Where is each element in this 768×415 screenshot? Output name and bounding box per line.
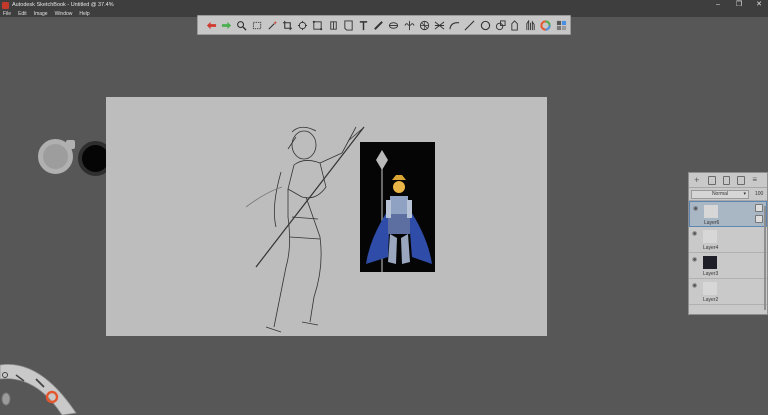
eye-icon[interactable]: ◉: [692, 282, 697, 289]
eye-icon[interactable]: ◉: [693, 205, 698, 212]
menu-help[interactable]: Help: [79, 11, 89, 17]
color-wheel-icon[interactable]: [539, 18, 552, 32]
layer-editor: + ≡ Normal ▾ 100 ◉ Layer6 ◉ Layer4 ◉ Lay…: [688, 172, 768, 315]
undo-icon[interactable]: [205, 18, 218, 32]
layer-thumbnail: [703, 282, 717, 295]
opacity-value[interactable]: 100: [755, 191, 765, 197]
layer-row[interactable]: ◉ Layer2: [689, 279, 767, 305]
eye-icon[interactable]: ◉: [692, 256, 697, 263]
layer-row[interactable]: ◉ Layer6: [689, 201, 767, 227]
window-title: Autodesk SketchBook - Untitled @ 37.4%: [12, 2, 114, 8]
layer-name: Layer2: [703, 297, 719, 303]
trash-icon[interactable]: [755, 215, 763, 223]
lagoon-menu[interactable]: [0, 357, 100, 415]
palette-icon[interactable]: [555, 18, 568, 32]
perspective-icon[interactable]: [418, 18, 431, 32]
crop-icon[interactable]: [281, 18, 294, 32]
layer-toolbar: + ≡: [689, 173, 767, 188]
symmetry-icon[interactable]: [403, 18, 416, 32]
layer-menu-icon[interactable]: ≡: [752, 175, 760, 185]
menu-edit[interactable]: Edit: [18, 11, 27, 17]
merge-layer-icon[interactable]: [737, 175, 746, 185]
brush-icon[interactable]: [524, 18, 537, 32]
drawing-canvas[interactable]: [106, 97, 547, 336]
redo-icon[interactable]: [220, 18, 233, 32]
chevron-down-icon: ▾: [743, 190, 746, 197]
shape-icon[interactable]: [342, 18, 355, 32]
lock-icon[interactable]: [755, 204, 763, 212]
distort-icon[interactable]: [311, 18, 324, 32]
layer-row[interactable]: ◉ Layer4: [689, 227, 767, 253]
reference-image: [360, 142, 435, 272]
layer-name: Layer6: [704, 220, 720, 226]
copic-icon[interactable]: [494, 18, 507, 32]
stroke-ruler-icon[interactable]: [372, 18, 385, 32]
brush-puck[interactable]: [38, 139, 75, 174]
text-icon[interactable]: [357, 18, 370, 32]
layer-thumbnail: [704, 205, 718, 218]
layer-name: Layer3: [703, 271, 719, 277]
sketchbook-logo-icon: [2, 1, 9, 9]
select-icon[interactable]: [251, 18, 264, 32]
layer-name: Layer4: [703, 245, 719, 251]
menu-window[interactable]: Window: [55, 11, 73, 17]
close-button[interactable]: ✕: [749, 0, 768, 10]
add-group-icon[interactable]: [707, 175, 716, 185]
layer-thumbnail: [703, 256, 717, 269]
blend-mode-value: Normal: [711, 190, 729, 197]
blend-mode-select[interactable]: Normal ▾: [691, 189, 749, 199]
transform-icon[interactable]: [296, 18, 309, 32]
distort-grid-icon[interactable]: [433, 18, 446, 32]
ruler-icon[interactable]: [327, 18, 340, 32]
curve-icon[interactable]: [448, 18, 461, 32]
title-bar: Autodesk SketchBook - Untitled @ 37.4% –…: [0, 0, 768, 10]
layer-thumbnail: [703, 230, 717, 243]
menu-file[interactable]: File: [3, 11, 11, 17]
pen-icon[interactable]: [509, 18, 522, 32]
layer-row[interactable]: ◉ Layer3: [689, 253, 767, 279]
menu-image[interactable]: Image: [34, 11, 48, 17]
zoom-icon[interactable]: [235, 18, 248, 32]
add-image-layer-icon[interactable]: [722, 175, 731, 185]
minimize-button[interactable]: –: [708, 0, 728, 10]
layer-toggle-icon[interactable]: [1, 392, 11, 406]
layer-scrollbar[interactable]: [764, 206, 766, 310]
eye-icon[interactable]: ◉: [692, 230, 697, 237]
ellipse-icon[interactable]: [387, 18, 400, 32]
character-sketch: [245, 126, 365, 333]
magic-wand-icon[interactable]: [266, 18, 279, 32]
line-icon[interactable]: [463, 18, 476, 32]
circle-icon[interactable]: [479, 18, 492, 32]
blend-row: Normal ▾ 100: [689, 188, 767, 201]
maximize-button[interactable]: ❐: [729, 0, 749, 10]
add-layer-icon[interactable]: +: [693, 175, 701, 185]
main-toolbar: [197, 15, 571, 35]
